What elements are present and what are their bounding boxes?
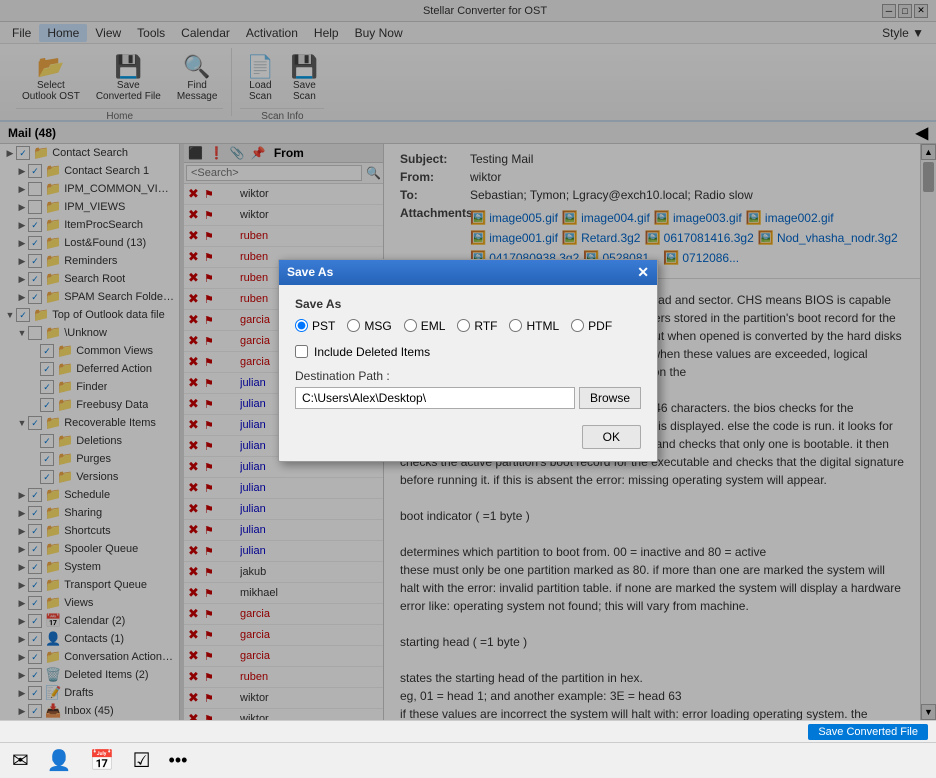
nav-more-icon[interactable]: •••: [169, 750, 188, 771]
include-deleted-checkbox[interactable]: Include Deleted Items: [295, 345, 641, 359]
dialog-close-button[interactable]: ✕: [637, 264, 649, 281]
radio-pdf[interactable]: PDF: [571, 319, 612, 333]
save-format-radio-group: PST MSG EML RTF HTML PDF: [295, 319, 641, 333]
nav-tasks-icon[interactable]: ☑: [133, 748, 151, 773]
status-bar: Save Converted File: [0, 720, 936, 742]
dialog-buttons: OK: [295, 421, 641, 449]
save-as-dialog: Save As ✕ Save As PST MSG EML RTF H: [278, 259, 658, 462]
bottom-nav: ✉ 👤 📅 ☑ •••: [0, 742, 936, 778]
ok-button[interactable]: OK: [582, 425, 641, 449]
destination-path-row: Browse: [295, 387, 641, 409]
destination-path-input[interactable]: [295, 387, 575, 409]
save-as-label: Save As: [295, 297, 641, 311]
save-converted-file-button[interactable]: Save Converted File: [808, 724, 928, 740]
nav-calendar-icon[interactable]: 📅: [90, 748, 115, 773]
nav-contacts-icon[interactable]: 👤: [47, 748, 72, 773]
radio-eml[interactable]: EML: [404, 319, 446, 333]
dialog-body: Save As PST MSG EML RTF HTML: [279, 285, 657, 461]
browse-button[interactable]: Browse: [579, 387, 641, 409]
radio-pst[interactable]: PST: [295, 319, 335, 333]
nav-mail-icon[interactable]: ✉: [12, 748, 29, 773]
radio-rtf[interactable]: RTF: [457, 319, 497, 333]
dialog-overlay: Save As ✕ Save As PST MSG EML RTF H: [0, 0, 936, 720]
dialog-title-text: Save As: [287, 265, 333, 279]
radio-msg[interactable]: MSG: [347, 319, 391, 333]
destination-path-label: Destination Path :: [295, 369, 641, 383]
dialog-title-bar: Save As ✕: [279, 260, 657, 285]
include-deleted-label: Include Deleted Items: [314, 345, 430, 359]
radio-html[interactable]: HTML: [509, 319, 559, 333]
